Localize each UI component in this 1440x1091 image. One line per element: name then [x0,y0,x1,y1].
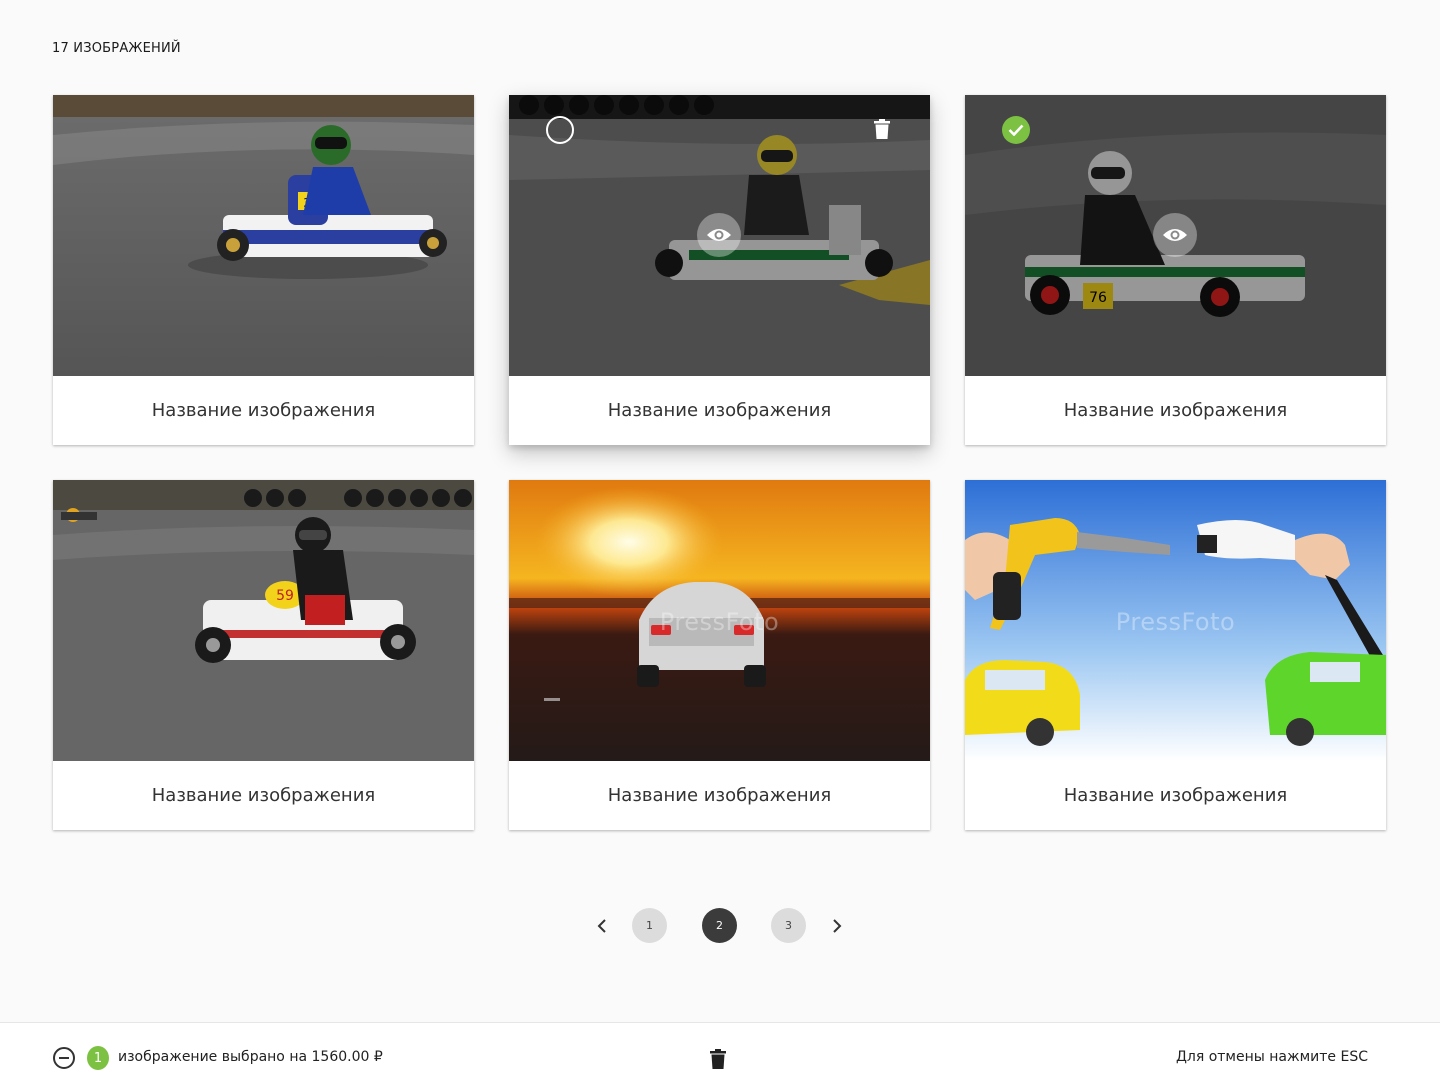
page-button-3[interactable]: 3 [771,908,806,943]
image-thumbnail[interactable]: 8 [509,95,930,376]
watermark: PressFoto [1115,608,1236,636]
watermark: PressFoto [659,608,780,636]
image-card[interactable]: 3 Название изображения [53,95,474,445]
image-card[interactable]: PressFoto Название изображения [965,480,1386,830]
image-title: Название изображения [607,785,832,806]
image-title: Название изображения [607,400,832,421]
image-thumbnail[interactable]: PressFoto [509,480,930,761]
delete-icon[interactable] [874,119,890,139]
page-button-1[interactable]: 1 [632,908,667,943]
image-grid: 3 Название изображения [53,95,1386,830]
image-title: Название изображения [151,400,376,421]
pagination: 1 2 3 [0,908,1440,944]
cancel-hint: Для отмены нажмите ESC [1175,1049,1368,1065]
selection-summary: изображение выбрано на 1560.00 ₽ [118,1049,383,1065]
image-card[interactable]: 59 Название изображения [53,480,474,830]
image-title: Название изображения [1063,400,1288,421]
image-title: Название изображения [151,785,376,806]
image-thumbnail[interactable]: PressFoto [965,480,1386,761]
chevron-right-icon[interactable] [825,914,849,938]
selected-check-icon[interactable] [1002,116,1030,144]
page-button-2[interactable]: 2 [702,908,737,943]
selection-bar: 1 изображение выбрано на 1560.00 ₽ Для о… [0,1022,1440,1091]
image-title: Название изображения [1063,785,1288,806]
image-card[interactable]: 76 Название изображения [965,95,1386,445]
select-checkbox-icon[interactable] [546,116,574,144]
image-count-label: 17 ИЗОБРАЖЕНИЙ [52,41,181,56]
delete-selected-icon[interactable] [710,1049,726,1069]
image-thumbnail[interactable]: 3 [53,95,474,376]
svg-text:59: 59 [276,588,294,604]
chevron-left-icon[interactable] [590,914,614,938]
preview-eye-icon[interactable] [1153,213,1197,257]
selected-count-badge: 1 [87,1046,109,1070]
image-thumbnail[interactable]: 76 [965,95,1386,376]
image-card[interactable]: 8 Название из [509,95,930,445]
image-thumbnail[interactable]: 59 [53,480,474,761]
preview-eye-icon[interactable] [697,213,741,257]
image-card[interactable]: PressFoto Название изображения [509,480,930,830]
deselect-minus-icon[interactable] [53,1047,75,1069]
